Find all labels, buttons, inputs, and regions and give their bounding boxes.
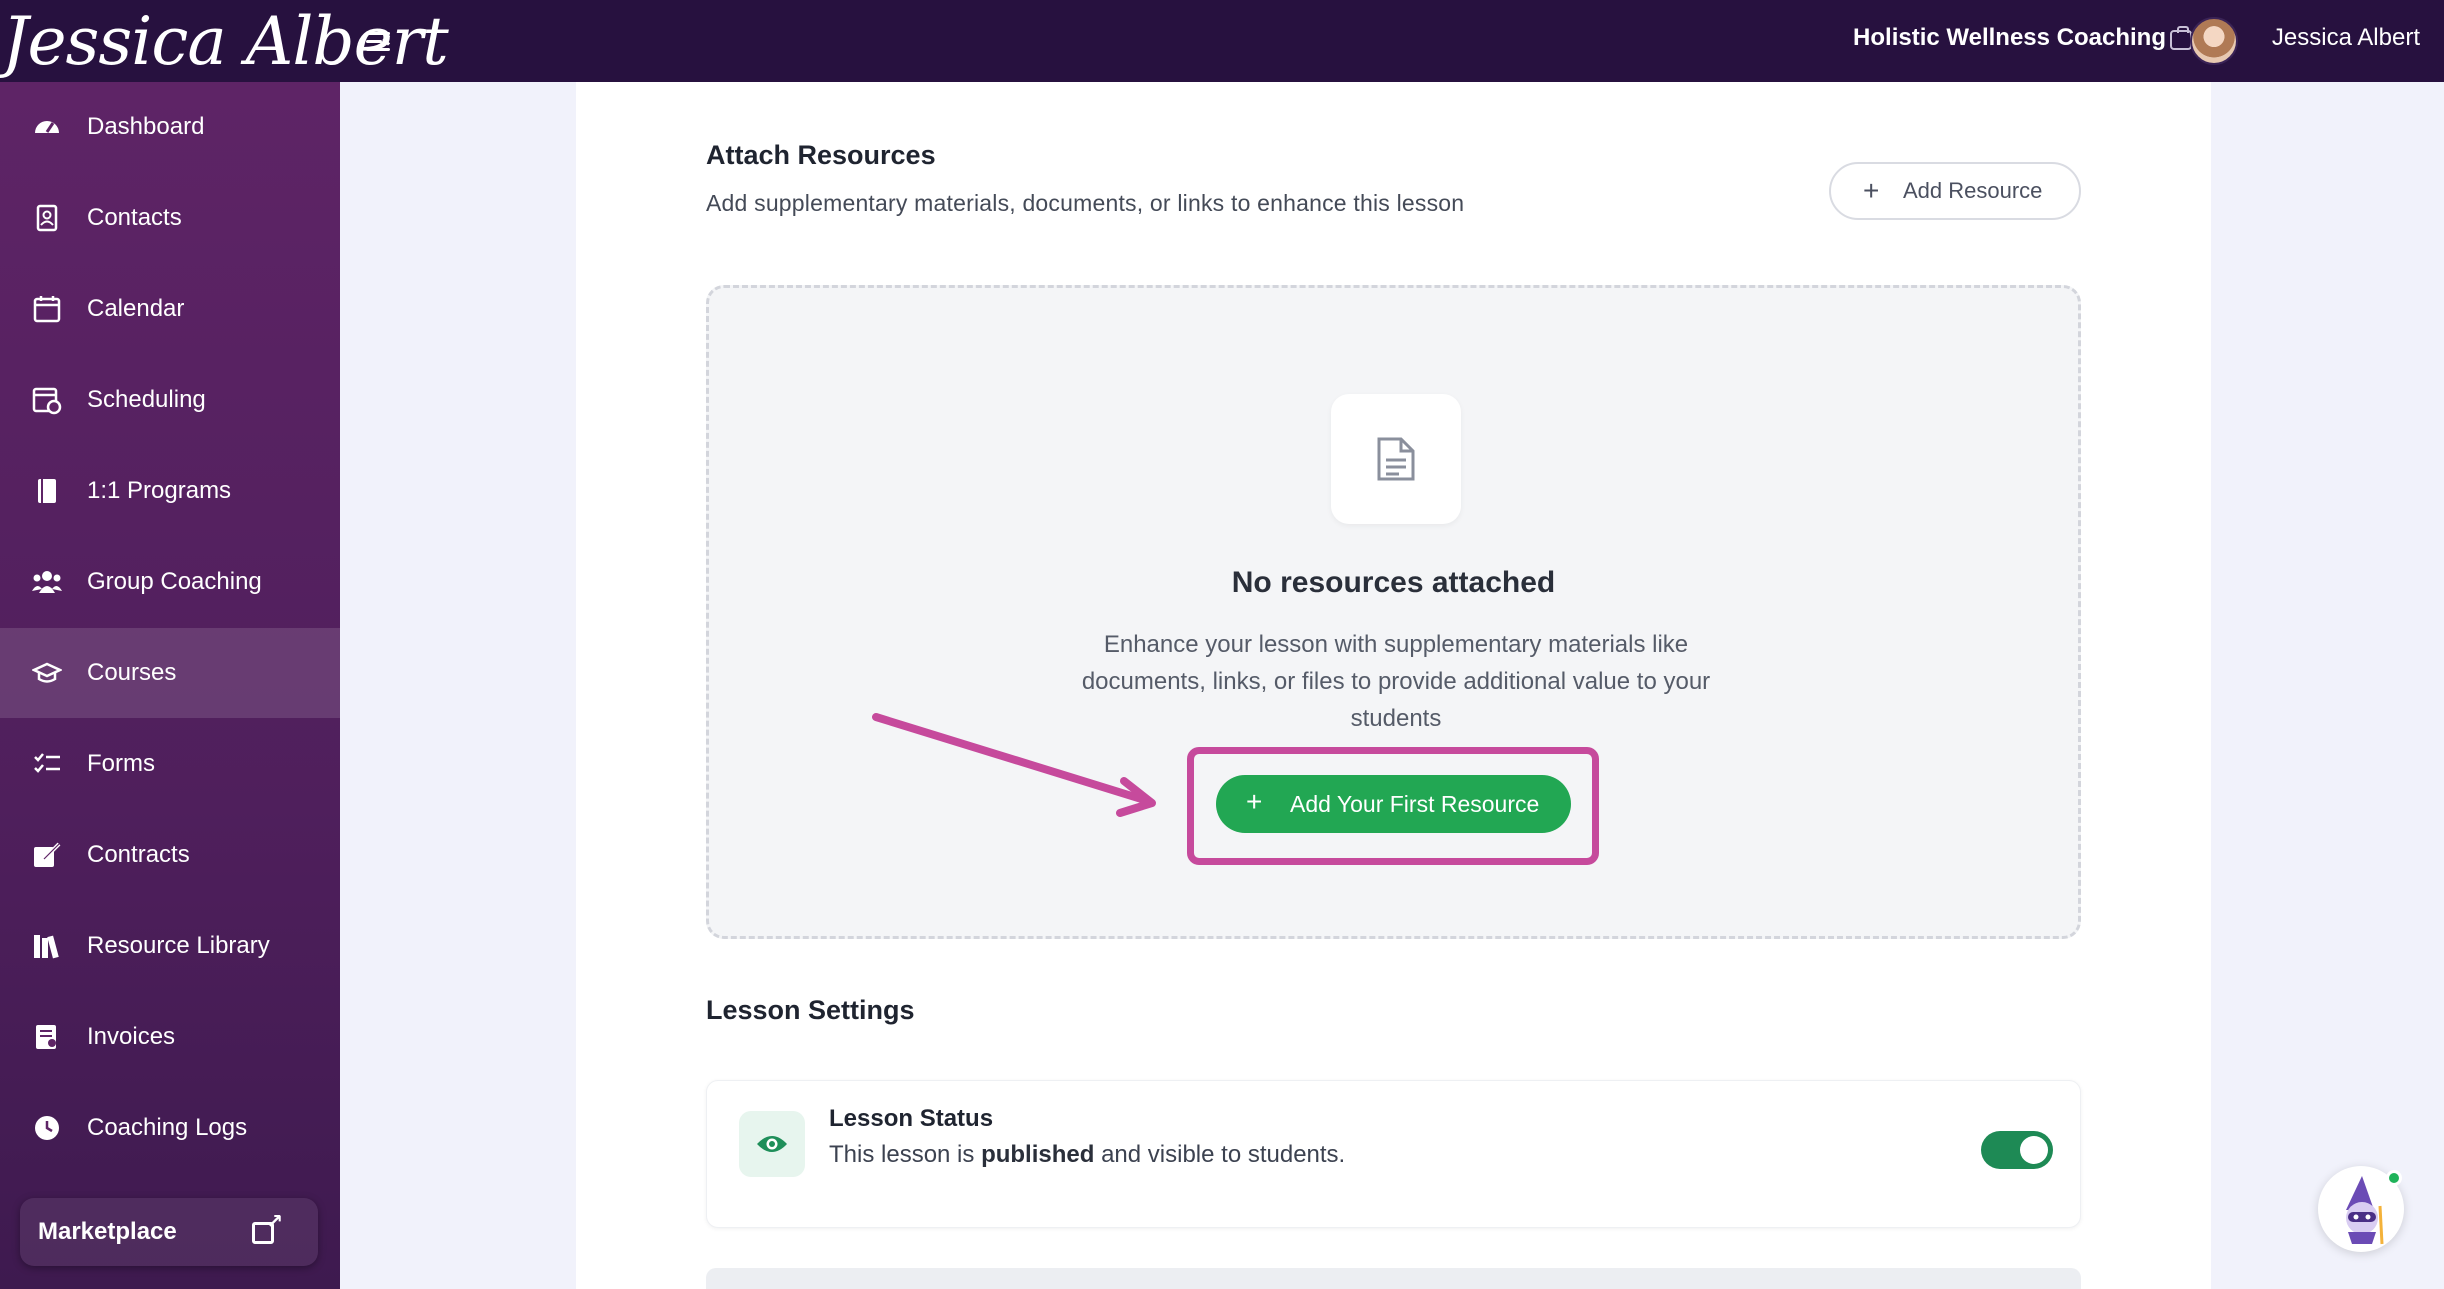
eye-icon (757, 1136, 787, 1152)
assistant-launcher-button[interactable] (2318, 1166, 2404, 1252)
add-first-resource-button[interactable]: + Add Your First Resource (1216, 775, 1571, 833)
sidebar-item-label: Resource Library (87, 932, 270, 959)
add-resource-label: Add Resource (1903, 178, 2043, 203)
sidebar-item-label: 1:1 Programs (87, 477, 232, 504)
top-bar: Jessica Albert Holistic Wellness Coachin… (0, 0, 2444, 82)
next-section-card (706, 1268, 2081, 1289)
plus-icon: + (1863, 175, 1880, 206)
sidebar-item-courses[interactable]: Courses (0, 628, 340, 718)
signature-icon (32, 840, 62, 870)
sidebar-item-label: Courses (87, 659, 177, 686)
book-icon (32, 476, 62, 506)
annotation-arrow (872, 713, 1156, 817)
sidebar-item-scheduling[interactable]: Scheduling (0, 355, 340, 445)
sidebar-item-label: Coaching Logs (87, 1114, 248, 1141)
marketplace-label: Marketplace (38, 1218, 177, 1245)
document-icon (1377, 437, 1415, 481)
user-name[interactable]: Jessica Albert (2272, 24, 2420, 52)
external-link-icon (252, 1209, 283, 1244)
sidebar-item-programs[interactable]: 1:1 Programs (0, 446, 340, 536)
sidebar-item-label: Dashboard (87, 113, 205, 140)
sidebar-item-coaching-logs[interactable]: Coaching Logs (0, 1083, 340, 1173)
sidebar-item-group-coaching[interactable]: Group Coaching (0, 537, 340, 627)
contacts-icon (32, 203, 62, 233)
sidebar: Dashboard Contacts Calendar Scheduling 1… (0, 82, 340, 1289)
calendar-icon (32, 294, 62, 324)
checklist-icon (32, 749, 62, 779)
status-value: published (981, 1141, 1095, 1168)
graduation-cap-icon (32, 658, 62, 688)
business-name[interactable]: Holistic Wellness Coaching (1853, 24, 2166, 52)
toggle-knob (2020, 1136, 2048, 1164)
sidebar-item-calendar[interactable]: Calendar (0, 264, 340, 354)
sidebar-item-contacts[interactable]: Contacts (0, 173, 340, 263)
online-status-dot (2386, 1170, 2402, 1186)
document-icon-tile (1331, 394, 1461, 524)
invoice-icon (32, 1022, 62, 1052)
sidebar-item-label: Group Coaching (87, 568, 262, 595)
empty-state-title: No resources attached (1231, 566, 1556, 599)
sidebar-item-invoices[interactable]: Invoices (0, 992, 340, 1082)
add-resource-button[interactable]: + Add Resource (1829, 162, 2081, 220)
sidebar-item-resource-library[interactable]: Resource Library (0, 901, 340, 991)
attach-resources-title: Attach Resources (706, 140, 936, 170)
lesson-status-title: Lesson Status (829, 1105, 994, 1132)
marketplace-button[interactable]: Marketplace (20, 1198, 318, 1266)
status-prefix: This lesson is (829, 1141, 982, 1168)
sidebar-item-label: Forms (87, 750, 155, 777)
publish-toggle[interactable] (1981, 1131, 2053, 1169)
sidebar-toggle-icon[interactable] (364, 26, 396, 58)
sidebar-item-dashboard[interactable]: Dashboard (0, 82, 340, 172)
sidebar-item-label: Contracts (87, 841, 190, 868)
sidebar-item-label: Scheduling (87, 386, 206, 413)
lesson-status-card: Lesson Status This lesson is published a… (706, 1080, 2081, 1228)
users-icon (32, 567, 62, 597)
status-suffix: and visible to students. (1094, 1141, 1346, 1168)
sidebar-item-label: Invoices (87, 1023, 176, 1050)
avatar[interactable] (2190, 17, 2238, 65)
dashboard-icon (32, 110, 62, 140)
sidebar-item-label: Calendar (87, 295, 185, 322)
eye-icon-tile (739, 1111, 805, 1177)
lesson-status-text: This lesson is published and visible to … (829, 1141, 1345, 1169)
sidebar-item-contracts[interactable]: Contracts (0, 810, 340, 900)
plus-icon: + (1246, 786, 1263, 817)
sidebar-item-forms[interactable]: Forms (0, 719, 340, 809)
add-first-resource-label: Add Your First Resource (1290, 791, 1540, 817)
library-icon (32, 931, 62, 961)
sidebar-item-label: Contacts (87, 204, 182, 231)
attach-resources-description: Add supplementary materials, documents, … (706, 190, 1465, 216)
clock-icon (32, 1113, 62, 1143)
lesson-settings-title: Lesson Settings (706, 995, 915, 1025)
briefcase-icon[interactable] (2170, 26, 2192, 50)
scheduling-icon (32, 385, 62, 415)
